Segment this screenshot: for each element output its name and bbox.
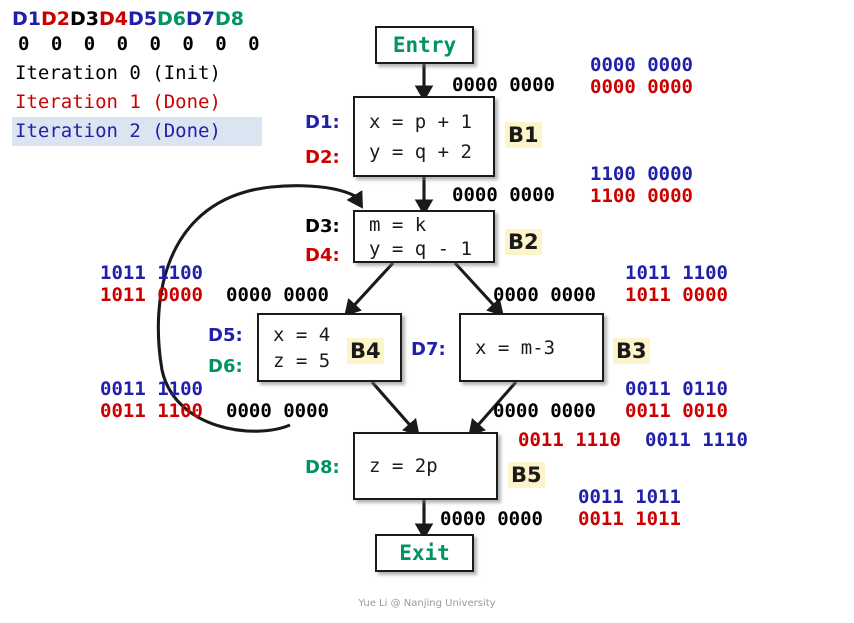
dtag-d6: D6: xyxy=(208,356,243,377)
node-b2[interactable]: m = k y = q - 1 xyxy=(353,210,495,263)
node-b2-stmt-1: y = q - 1 xyxy=(369,237,472,260)
block-name-b2: B2 xyxy=(505,229,542,255)
edge-b4-b5 xyxy=(370,380,420,437)
legend-iteration-2: Iteration 2 (Done) xyxy=(12,117,262,146)
fact-b1-out-red: 1100 0000 xyxy=(590,185,693,207)
dlabel-d3: D3 xyxy=(70,8,99,30)
fact-b5-out-black: 0000 0000 xyxy=(440,508,543,530)
legend-iteration-0: Iteration 0 (Init) xyxy=(15,62,221,84)
legend-panel: D1D2D3D4D5D6D7D8 0 0 0 0 0 0 0 0 Iterati… xyxy=(12,8,262,146)
node-b1-stmt-1: y = q + 2 xyxy=(369,140,472,163)
node-exit[interactable]: Exit xyxy=(375,534,474,572)
dlabel-d4: D4 xyxy=(99,8,128,30)
dtag-d8: D8: xyxy=(305,457,340,478)
edge-b2-b4 xyxy=(344,261,395,317)
fact-b2-right-black: 0000 0000 xyxy=(493,284,596,306)
dlabel-d5: D5 xyxy=(128,8,157,30)
dtag-d5: D5: xyxy=(208,325,243,346)
fact-b3-out-red: 0011 0010 xyxy=(625,400,728,422)
fact-b2-left-blue: 1011 1100 xyxy=(100,262,203,284)
block-name-b3: B3 xyxy=(613,338,650,364)
fact-b3-out-black: 0000 0000 xyxy=(493,400,596,422)
block-name-b5: B5 xyxy=(508,462,545,488)
fact-b1-out-black: 0000 0000 xyxy=(452,184,555,206)
node-b5[interactable]: z = 2p xyxy=(353,432,498,500)
dtag-d4: D4: xyxy=(305,245,340,266)
dlabel-d2: D2 xyxy=(41,8,70,30)
node-b1-stmt-0: x = p + 1 xyxy=(369,110,472,133)
node-b2-stmt-0: m = k xyxy=(369,213,427,236)
fact-b4-left-black: 0000 0000 xyxy=(226,400,329,422)
fact-b5-out-red: 0011 1011 xyxy=(578,508,681,530)
fact-b2-right-blue: 1011 1100 xyxy=(625,262,728,284)
node-b3-stmt-0: x = m-3 xyxy=(475,336,556,359)
fact-entry-out-blue: 0000 0000 xyxy=(590,54,693,76)
dtag-d3: D3: xyxy=(305,216,340,237)
node-entry-label: Entry xyxy=(392,33,457,57)
legend-iteration-1: Iteration 1 (Done) xyxy=(15,91,221,113)
node-b5-stmt-0: z = 2p xyxy=(369,455,438,477)
legend-bit-row: 0 0 0 0 0 0 0 0 xyxy=(18,33,265,55)
fact-b4-left-blue: 0011 1100 xyxy=(100,378,203,400)
fact-b5-in-red: 0011 1110 xyxy=(518,429,621,451)
node-b1[interactable]: x = p + 1 y = q + 2 xyxy=(353,96,495,177)
dlabel-d1: D1 xyxy=(12,8,41,30)
footer-credit: Yue Li @ Nanjing University xyxy=(358,598,496,609)
dtag-d7: D7: xyxy=(411,339,446,360)
fact-b5-in-blue: 0011 1110 xyxy=(645,429,748,451)
fact-b2-left-red: 1011 0000 xyxy=(100,284,203,306)
node-exit-label: Exit xyxy=(399,541,450,565)
fact-b2-right-red: 1011 0000 xyxy=(625,284,728,306)
dlabel-d6: D6 xyxy=(157,8,186,30)
block-name-b4: B4 xyxy=(347,338,384,364)
definition-label-row: D1D2D3D4D5D6D7D8 xyxy=(12,8,262,30)
fact-b3-out-blue: 0011 0110 xyxy=(625,378,728,400)
node-b3[interactable]: x = m-3 xyxy=(459,313,604,382)
block-name-b1: B1 xyxy=(505,122,542,148)
fact-b1-out-blue: 1100 0000 xyxy=(590,163,693,185)
dlabel-d8: D8 xyxy=(215,8,244,30)
dlabel-d7: D7 xyxy=(186,8,215,30)
node-entry[interactable]: Entry xyxy=(375,26,474,64)
fact-b2-left-black: 0000 0000 xyxy=(226,284,329,306)
fact-entry-out-black: 0000 0000 xyxy=(452,74,555,96)
dtag-d2: D2: xyxy=(305,147,340,168)
slide-canvas: D1D2D3D4D5D6D7D8 0 0 0 0 0 0 0 0 Iterati… xyxy=(0,0,854,623)
fact-entry-out-red: 0000 0000 xyxy=(590,76,693,98)
dtag-d1: D1: xyxy=(305,112,340,133)
fact-b4-left-red: 0011 1100 xyxy=(100,400,203,422)
fact-b5-out-blue: 0011 1011 xyxy=(578,486,681,508)
